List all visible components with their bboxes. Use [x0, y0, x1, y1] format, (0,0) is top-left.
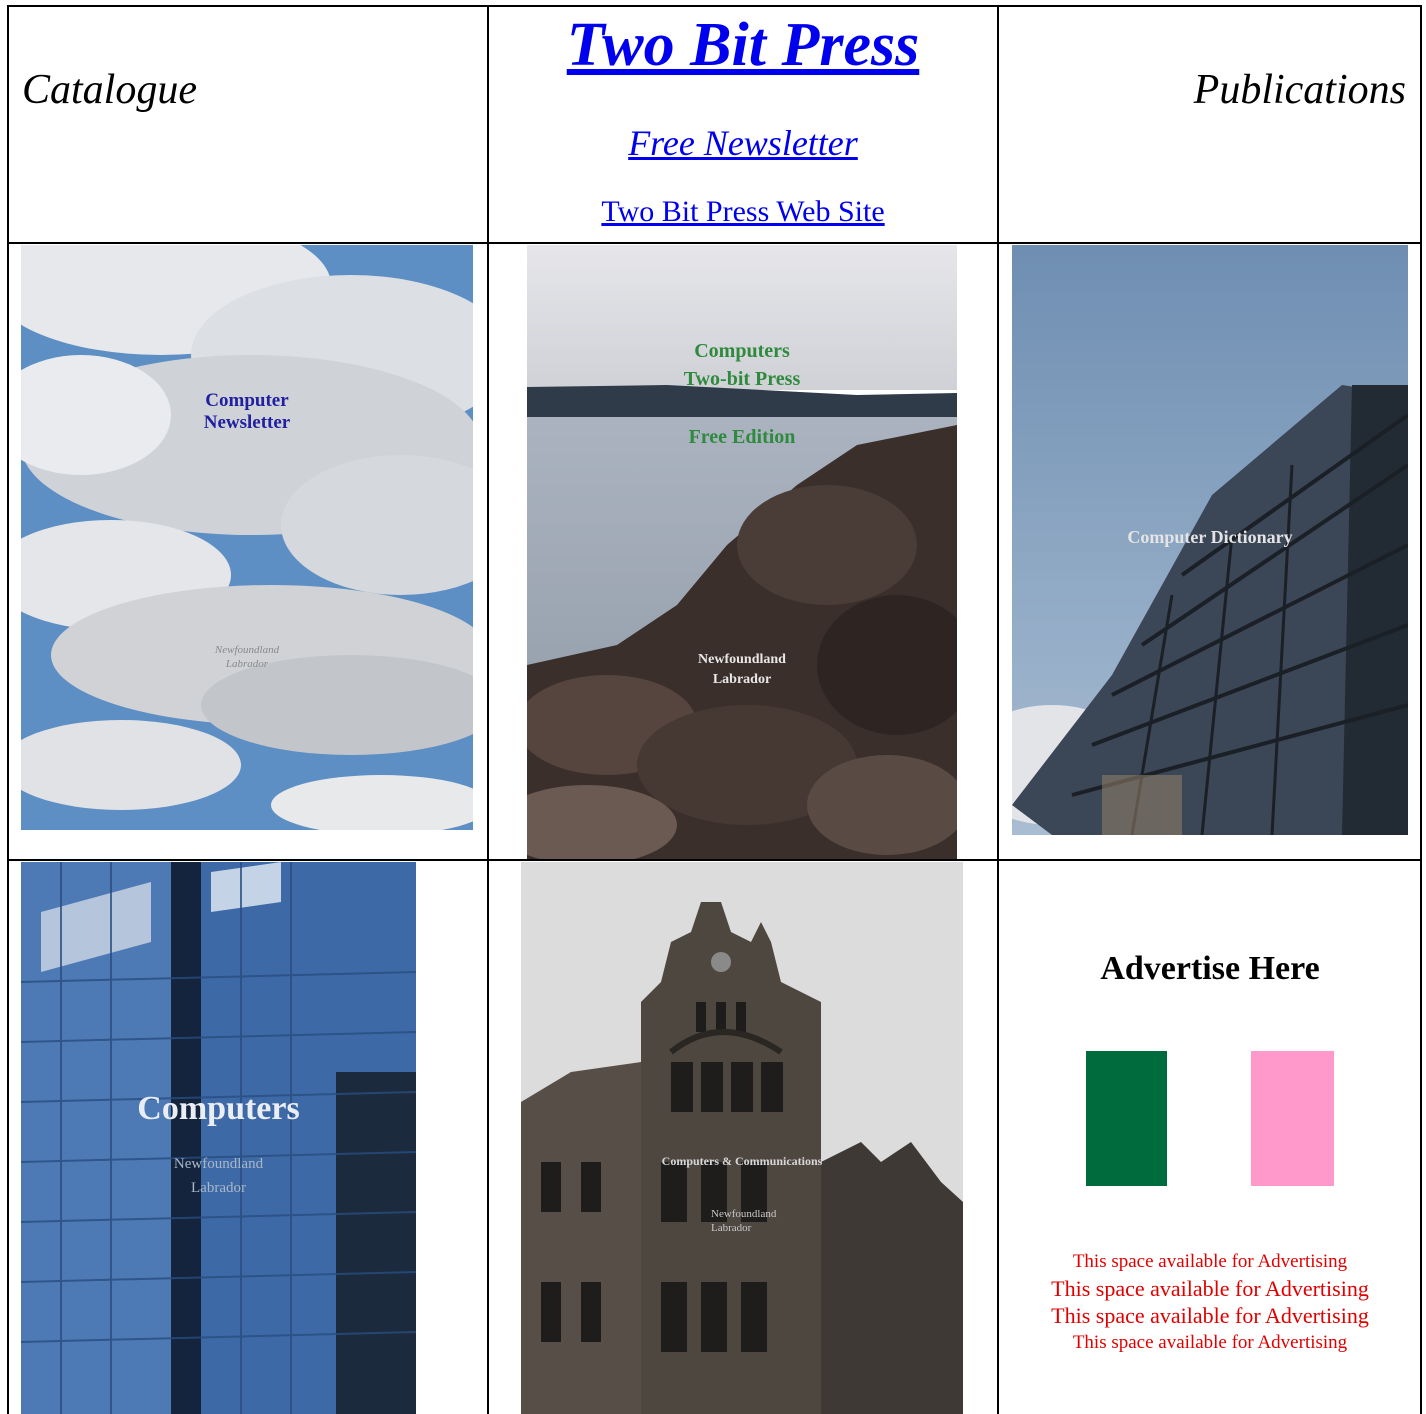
grid-right-border: [1420, 5, 1422, 1414]
newsletter-cover-title: Computer Newsletter: [21, 390, 473, 434]
clouds-image: [21, 245, 473, 830]
cover-subtitle-line: Labrador: [225, 658, 269, 670]
free-edition-cover[interactable]: Computers Two-bit Press Free Edition New…: [527, 245, 957, 859]
computer-newsletter-cover[interactable]: Computer Newsletter Newfoundland Labrado…: [21, 245, 473, 830]
green-ad-swatch: [1086, 1051, 1167, 1186]
grid-left-border: [7, 5, 9, 1414]
stone-tower-image: [521, 862, 963, 1414]
publications-label: Publications: [1193, 67, 1406, 113]
free-newsletter-link[interactable]: Free Newsletter: [489, 121, 997, 165]
computers-communications-cover[interactable]: Computers & Communications Newfoundland …: [521, 862, 963, 1414]
cover-subtitle-line: Labrador: [712, 672, 772, 687]
computers-cover-subtitle: Newfoundland Labrador: [21, 1152, 416, 1200]
cover-subtitle-line: Newfoundland: [173, 1156, 264, 1172]
ad-line: This space available for Advertising: [1072, 1332, 1348, 1353]
computers-cover-title: Computers: [137, 1090, 300, 1127]
cover-subtitle-line: Newfoundland: [214, 644, 280, 656]
website-link[interactable]: Two Bit Press Web Site: [489, 194, 997, 230]
cover-subtitle-line: Newfoundland: [711, 1208, 777, 1220]
catalogue-label: Catalogue: [22, 67, 197, 113]
grid-row-divider-1: [7, 242, 1422, 244]
cover-title-line: Computer: [205, 390, 289, 411]
ad-line: This space available for Advertising: [1072, 1251, 1348, 1272]
free-edition-cover-title: Computers Two-bit Press Free Edition: [527, 337, 957, 451]
dictionary-cover-title: Computer Dictionary: [1127, 527, 1293, 547]
two-bit-press-title-link[interactable]: Two Bit Press: [489, 12, 997, 78]
cover-title-line: Two-bit Press: [683, 368, 801, 390]
cover-subtitle-line: Newfoundland: [698, 652, 786, 667]
free-edition-cover-subtitle: Newfoundland Labrador: [527, 650, 957, 690]
grid-divider-2: [997, 5, 999, 1414]
cover-subtitle-line: Labrador: [191, 1180, 246, 1196]
cover-title-line: Free Edition: [688, 426, 796, 448]
advertise-here-heading: Advertise Here: [1100, 950, 1320, 987]
communications-cover-title: Computers & Communications: [661, 1154, 823, 1168]
cover-title-line: Computers: [694, 340, 790, 362]
ad-line: This space available for Advertising: [1051, 1276, 1369, 1301]
cover-subtitle-line: Labrador: [711, 1222, 752, 1234]
advertising-notice: This space available for Advertising Thi…: [1000, 1248, 1420, 1356]
glass-tower-image: [21, 862, 416, 1414]
computers-cover[interactable]: Computers Newfoundland Labrador: [21, 862, 416, 1414]
cover-title-line: Newsletter: [203, 412, 291, 433]
computer-dictionary-cover[interactable]: Computer Dictionary: [1012, 245, 1408, 835]
communications-cover-subtitle: Newfoundland Labrador: [711, 1207, 776, 1235]
pink-ad-swatch: [1251, 1051, 1334, 1186]
ad-line: This space available for Advertising: [1051, 1303, 1369, 1328]
grid-row-divider-2: [7, 859, 1422, 861]
grid-top-border: [7, 5, 1422, 7]
newsletter-cover-subtitle: Newfoundland Labrador: [21, 643, 473, 671]
